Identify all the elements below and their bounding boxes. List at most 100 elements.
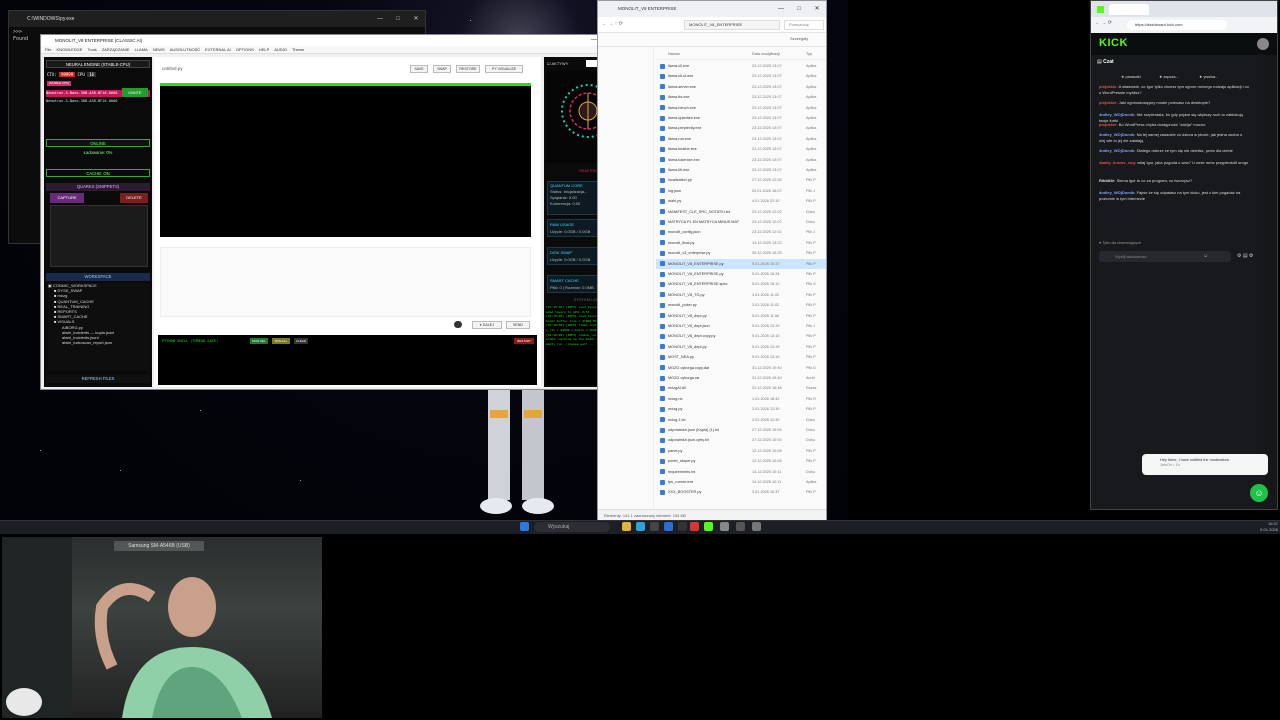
send-button[interactable]: SEND — [506, 321, 530, 329]
maximize-icon[interactable]: □ — [792, 1, 806, 17]
chat-message[interactable]: piojokkie: A właściwie, co Igor tylko ch… — [1099, 84, 1249, 95]
view-details-button[interactable]: Szczegóły — [790, 36, 808, 41]
clear-button[interactable]: CLEAR — [294, 338, 308, 344]
app-icon[interactable] — [736, 522, 745, 531]
menu-external-ai[interactable]: EXTERNAL AI — [205, 47, 231, 52]
aktywy-toggle[interactable]: ☑ AKTYWY — [547, 61, 568, 66]
chat-username[interactable]: 4ndley_WOjDomik: — [1099, 132, 1135, 137]
restart-button[interactable]: RESTART — [514, 338, 534, 344]
file-row[interactable]: mózgAI.dll 22.12.2025 16:48 Rozsz — [656, 383, 826, 393]
file-row[interactable]: MONOLIT_V8_dept.json 5.01.2026 13:15 Plik … — [656, 321, 826, 331]
file-row[interactable]: requirements.txt 14.12.2025 10:11 Doku — [656, 467, 826, 477]
col-type[interactable]: Typ — [806, 49, 812, 60]
file-row[interactable]: MOST_NEA.py 5.01.2026 13:15 Plik P — [656, 352, 826, 362]
explorer-file-list[interactable]: llama-cli.exe 23.12.2025 13:07 Aplika llama… — [656, 61, 826, 509]
model-option[interactable]: Nemotron-3-Nano-30B-A3B-BF16-0000 — [46, 98, 150, 105]
explorer-search[interactable]: Przeszukaj — [784, 20, 824, 30]
system-tray[interactable]: 16:37 5.01.2026 — [1190, 521, 1278, 533]
col-date[interactable]: Data modyfikacji — [752, 49, 780, 60]
file-row[interactable]: MONOLIT_V8_ENTERPRISE.py 5.01.2026 16:37 P… — [656, 258, 826, 269]
nav-arrows-icon[interactable]: ← → ⟳ — [1095, 20, 1112, 26]
browser-tab-kick[interactable] — [1109, 4, 1149, 15]
folder-icon[interactable] — [622, 522, 631, 531]
edge-icon[interactable] — [636, 522, 645, 531]
delete-button[interactable]: DELETE — [120, 193, 148, 203]
pinned-user[interactable]: ★ ywoisa... — [1199, 73, 1218, 82]
menu-llama[interactable]: LLAMA — [135, 47, 148, 52]
minimize-icon[interactable]: — — [774, 1, 788, 17]
file-row[interactable]: MONOLIT_V8_ENTERPRISE.py 5.01.2026 16:34 P… — [656, 269, 826, 279]
snap-button[interactable]: SNAP — [433, 65, 451, 73]
file-row[interactable]: llama-perplexity.exe 23.12.2025 13:07 Apli… — [656, 123, 826, 133]
file-row[interactable]: MONOLIT_V8_dept.py 5.01.2026 13:15 Plik P — [656, 342, 826, 352]
start-icon[interactable] — [520, 522, 529, 531]
code-editor[interactable] — [160, 83, 531, 237]
file-row[interactable]: llama-quantize.exe 23.12.2025 13:07 Aplika — [656, 113, 826, 123]
col-name[interactable]: Nazwa — [668, 49, 680, 60]
cpu-input[interactable]: 16 — [87, 72, 97, 77]
file-row[interactable]: monolit_poker.py 3.01.2026 11:02 Plik P — [656, 300, 826, 310]
dalej-button[interactable]: ⏵ DALEJ — [472, 321, 502, 329]
menu-zarzadzanie[interactable]: ZARZĄDZANIE — [102, 47, 130, 52]
notification-toast[interactable]: Hey there, I have notified the moderator… — [1142, 454, 1268, 475]
ignite-button[interactable]: IGNITE — [122, 88, 148, 97]
file-row[interactable]: porter_stoper.py 12.12.2025 10:08 Plik P — [656, 456, 826, 466]
file-row[interactable]: monolit_v3_enterprise.py 30.12.2025 16:25… — [656, 248, 826, 258]
file-row[interactable]: odpowiedzi.json.cyfry.txt 27.12.2025 15:0… — [656, 435, 826, 445]
restore-button[interactable]: RESTORE — [456, 65, 480, 73]
record-icon[interactable] — [454, 321, 462, 328]
chat-username[interactable]: 4ndley_WOjDomik: — [1099, 190, 1135, 195]
file-row[interactable]: llama-bench.exe 23.12.2025 13:07 Aplika — [656, 103, 826, 113]
avatar[interactable] — [1257, 38, 1269, 50]
file-row[interactable]: MOZG cyborga.rar 31.12.2025 19:40 Archi — [656, 373, 826, 383]
file-row[interactable]: llama-lib.exe 23.12.2025 13:07 Aplika — [656, 165, 826, 175]
chat-username[interactable]: piojokkie: — [1099, 122, 1118, 127]
file-row[interactable]: llama-server.exe 23.12.2025 13:07 Aplika — [656, 82, 826, 92]
refresh-files-button[interactable]: REFRESH FILES — [46, 375, 150, 383]
emoji-icon[interactable]: ☺ — [1203, 253, 1211, 260]
app-icon[interactable] — [720, 522, 729, 531]
chat-help-icon[interactable]: ☺ — [1250, 484, 1268, 502]
chat-username[interactable]: 4ndley_WOjDomik: — [1099, 112, 1135, 117]
chat-tools-icon[interactable]: ⚙ ▤ ⚙ — [1237, 253, 1277, 261]
menu-ausolutnosc[interactable]: AUSOLUTNOŚĆ — [170, 47, 200, 52]
file-row[interactable]: MONOLIT_V8_dept.copy.py 5.01.2026 13:15 Pl… — [656, 331, 826, 341]
file-row[interactable]: mózg.rtx 1.01.2026 18:42 Plik R — [656, 394, 826, 404]
app-icon[interactable] — [752, 522, 761, 531]
chat-message[interactable]: 4ndley_WOjDomik: Dlatego dobrze że tym s… — [1099, 148, 1249, 154]
snippets-list[interactable] — [50, 205, 148, 267]
file-row[interactable]: llama-cli.exe 23.12.2025 13:07 Aplika — [656, 61, 826, 71]
chat-message[interactable]: daddy_knows_cog: witaj Igor, jaka pogoda… — [1099, 160, 1249, 166]
file-row[interactable]: llama-cli-ui.exe 23.12.2025 13:07 Aplika — [656, 71, 826, 81]
file-row[interactable]: MONOLIT_V8_dept.py 5.01.2026 11:56 Plik P — [656, 311, 826, 321]
menu-theme[interactable]: Theme — [292, 47, 304, 52]
file-row[interactable]: MATRYCA PL EN MATRYCA MINUS MAT 23.12.202… — [656, 217, 826, 227]
menu-tools[interactable]: Tools — [87, 47, 96, 52]
file-row[interactable]: MONOLIT_V8_TG.py 3.01.2026 11:02 Plik P — [656, 290, 826, 300]
file-row[interactable]: tpu_runner.exe 14.12.2025 10:11 Aplika — [656, 477, 826, 487]
chat-username[interactable]: Ribbit3r: — [1099, 178, 1115, 183]
maximize-icon[interactable]: □ — [391, 11, 405, 27]
file-row[interactable]: llama-imatrix.exe 23.12.2025 13:07 Aplika — [656, 144, 826, 154]
chat-output[interactable] — [160, 247, 531, 317]
minimize-icon[interactable]: — — [373, 11, 387, 27]
file-row[interactable]: llama-tokenize.exe 23.12.2025 13:07 Aplika — [656, 155, 826, 165]
close-icon[interactable]: ✕ — [409, 11, 423, 27]
capture-button[interactable]: CAPTURE — [50, 193, 84, 203]
chat-username[interactable]: daddy_knows_cog: — [1099, 160, 1136, 165]
menu-options[interactable]: OPTIONS — [236, 47, 254, 52]
taskbar-search[interactable]: Wyszukaj — [534, 522, 610, 532]
file-row[interactable]: main.py 4.01.2026 22:10 Plik P — [656, 196, 826, 206]
chat-message[interactable]: Ribbit3r: Siema igor to co za program, c… — [1099, 178, 1249, 184]
file-row[interactable]: odpowiedzi.json (Kopia) (1).txt 27.12.202… — [656, 425, 826, 435]
file-row[interactable]: log.json 02.01.2026 16:07 Plik J — [656, 186, 826, 196]
file-row[interactable]: panel.py 12.12.2025 10:08 Plik P — [656, 446, 826, 456]
file-row[interactable]: localization.py 27.12.2025 12:26 Plik P — [656, 175, 826, 185]
file-row[interactable]: llama-tts.exe 23.12.2025 13:07 Aplika — [656, 92, 826, 102]
menu-knowledge[interactable]: KNOWLEDGE — [56, 47, 82, 52]
terminal-icon[interactable] — [650, 522, 659, 531]
save-button[interactable]: SAVE — [410, 65, 428, 73]
file-row[interactable]: monolit_config.json 23.12.2025 12:02 Plik … — [656, 227, 826, 237]
file-row[interactable]: MONOLIT_V8_ENTERPRISE.spec 5.01.2026 15:1… — [656, 279, 826, 289]
file-row[interactable]: llama-run.exe 23.12.2025 13:07 Aplika — [656, 134, 826, 144]
